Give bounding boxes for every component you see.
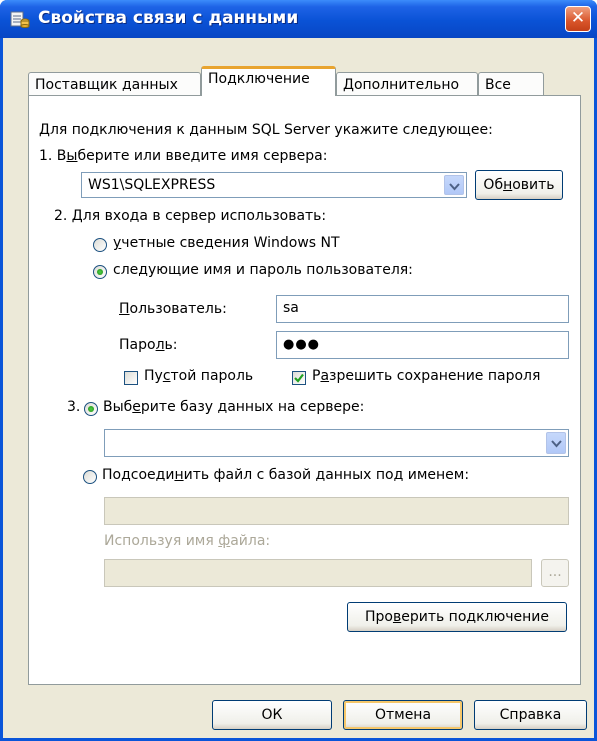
intro-text: Для подключения к данным SQL Server укаж… bbox=[39, 122, 493, 138]
test-connection-button[interactable]: Проверить подключение bbox=[347, 602, 567, 632]
dialog-title: Свойства связи с данными bbox=[38, 8, 299, 28]
data-link-properties-dialog: Свойства связи с данными ✕ Поставщик дан… bbox=[0, 0, 597, 741]
server-label: 1. Выберите или введите имя сервера: bbox=[39, 148, 328, 164]
save-password-label: Разрешить сохранение пароля bbox=[312, 368, 541, 384]
tab-connection[interactable]: Подключение bbox=[201, 66, 336, 96]
password-label: Пароль: bbox=[119, 337, 178, 353]
help-button[interactable]: Справка bbox=[474, 700, 587, 730]
empty-password-label: Пустой пароль bbox=[144, 368, 254, 384]
radio-windows-nt-label: учетные сведения Windows NT bbox=[113, 235, 340, 251]
data-link-icon bbox=[10, 10, 30, 28]
checkmark-icon bbox=[294, 373, 304, 383]
server-dropdown-button[interactable] bbox=[444, 175, 464, 195]
tab-label: Дополнительно bbox=[343, 77, 460, 93]
radio-windows-nt[interactable] bbox=[93, 238, 107, 252]
server-combobox[interactable]: WS1\SQLEXPRESS bbox=[81, 172, 467, 198]
chevron-down-icon bbox=[449, 183, 460, 191]
chevron-down-icon bbox=[551, 440, 562, 448]
radio-user-password-label: следующие имя и пароль пользователя: bbox=[113, 262, 413, 278]
filename-label: Используя имя файла: bbox=[104, 533, 271, 549]
server-value: WS1\SQLEXPRESS bbox=[88, 177, 216, 193]
step3-number: 3. bbox=[67, 399, 81, 415]
login-label: 2. Для входа в сервер использовать: bbox=[54, 208, 327, 224]
database-dropdown-button[interactable] bbox=[546, 432, 566, 454]
username-value: sa bbox=[283, 300, 299, 316]
save-password-checkbox[interactable] bbox=[292, 371, 306, 385]
database-combobox[interactable] bbox=[104, 429, 569, 457]
tab-provider[interactable]: Поставщик данных bbox=[28, 72, 201, 96]
refresh-button[interactable]: Обновить bbox=[475, 170, 563, 200]
username-label: Пользователь: bbox=[119, 301, 227, 317]
filename-field[interactable] bbox=[104, 559, 532, 587]
ok-button[interactable]: ОК bbox=[212, 700, 332, 730]
tab-label: Поставщик данных bbox=[35, 77, 178, 93]
connection-tab-panel: Для подключения к данным SQL Server укаж… bbox=[28, 95, 581, 685]
tab-advanced[interactable]: Дополнительно bbox=[336, 72, 478, 96]
cancel-button[interactable]: Отмена bbox=[343, 700, 463, 730]
attach-file-field[interactable] bbox=[104, 497, 569, 525]
username-field[interactable]: sa bbox=[276, 295, 569, 323]
close-icon: ✕ bbox=[570, 8, 586, 28]
radio-select-database-label: Выберите базу данных на сервере: bbox=[103, 399, 365, 415]
empty-password-checkbox[interactable] bbox=[124, 371, 138, 385]
tab-all[interactable]: Все bbox=[478, 72, 544, 96]
radio-select-database[interactable] bbox=[84, 402, 98, 416]
browse-button[interactable]: ... bbox=[541, 559, 569, 587]
tab-label: Все bbox=[485, 77, 511, 93]
tab-label: Подключение bbox=[208, 71, 310, 87]
radio-attach-file[interactable] bbox=[83, 470, 97, 484]
title-bar[interactable]: Свойства связи с данными ✕ bbox=[0, 0, 597, 38]
radio-attach-file-label: Подсоединить файл с базой данных под име… bbox=[102, 467, 470, 483]
password-value: ●●● bbox=[283, 337, 321, 352]
radio-user-password[interactable] bbox=[93, 265, 107, 279]
close-button[interactable]: ✕ bbox=[565, 6, 591, 32]
password-field[interactable]: ●●● bbox=[276, 331, 569, 359]
